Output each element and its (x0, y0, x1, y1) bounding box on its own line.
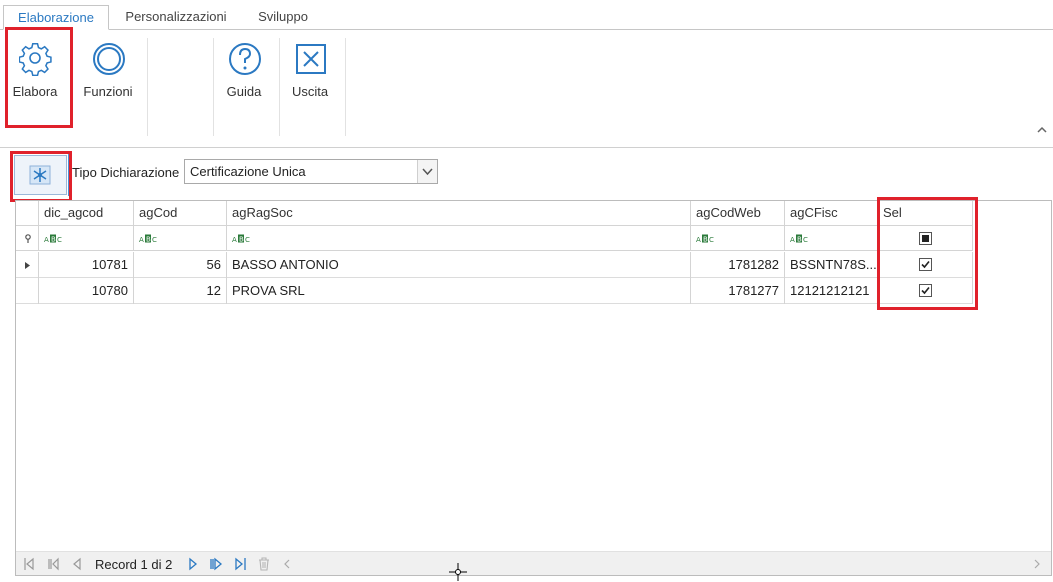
guida-button[interactable]: Guida (214, 40, 274, 130)
scroll-left-icon[interactable] (282, 558, 292, 570)
text-filter-icon: ABC (696, 234, 714, 244)
first-record-icon[interactable] (22, 556, 36, 572)
svg-text:C: C (57, 236, 62, 243)
tipo-dichiarazione-value: Certificazione Unica (190, 164, 306, 179)
tab-personalizzazioni[interactable]: Personalizzazioni (118, 5, 234, 30)
help-icon (229, 43, 261, 75)
text-filter-icon: ABC (232, 234, 250, 244)
svg-text:A: A (790, 236, 795, 243)
filter-cell-agcodweb[interactable]: ABC (691, 226, 785, 251)
cell-agcodweb[interactable]: 1781277 (691, 278, 785, 304)
cell-dic-agcod[interactable]: 10781 (39, 252, 134, 278)
cell-agcod[interactable]: 12 (134, 278, 227, 304)
svg-text:C: C (152, 236, 157, 243)
ribbon-separator (345, 38, 346, 136)
svg-text:B: B (51, 236, 56, 244)
highlight-box-refresh (10, 151, 72, 202)
last-record-icon[interactable] (233, 556, 247, 572)
ribbon-panel: Elabora Funzioni Guida Uscita (0, 30, 1053, 148)
svg-text:A: A (139, 236, 144, 243)
highlight-box-elabora (5, 27, 73, 128)
tab-sviluppo[interactable]: Sviluppo (250, 5, 316, 30)
funzioni-label: Funzioni (83, 84, 133, 99)
svg-text:C: C (709, 236, 714, 243)
svg-text:B: B (146, 236, 151, 244)
svg-text:B: B (703, 236, 708, 244)
chevron-down-icon (422, 168, 433, 176)
tipo-dichiarazione-select[interactable]: Certificazione Unica (184, 159, 438, 184)
row-indicator-header (16, 201, 39, 226)
trash-icon[interactable] (257, 556, 271, 572)
dropdown-button[interactable] (417, 160, 437, 183)
highlight-box-sel-column (877, 197, 978, 310)
cell-dic-agcod[interactable]: 10780 (39, 278, 134, 304)
text-filter-icon: ABC (44, 234, 62, 244)
text-filter-icon: ABC (139, 234, 157, 244)
funzioni-button[interactable]: Funzioni (78, 40, 138, 130)
tipo-dichiarazione-label: Tipo Dichiarazione (72, 165, 180, 180)
ribbon-separator (147, 38, 148, 136)
row-indicator (16, 278, 39, 304)
column-header-dic-agcod[interactable]: dic_agcod (39, 201, 134, 226)
filter-row-indicator (16, 226, 39, 251)
previous-record-icon[interactable] (70, 556, 84, 572)
scroll-right-icon[interactable] (1032, 558, 1042, 570)
guida-label: Guida (226, 84, 262, 99)
record-navigator: Record 1 di 2 (16, 551, 1051, 575)
chevron-up-icon[interactable] (1036, 124, 1048, 136)
column-header-agcodweb[interactable]: agCodWeb (691, 201, 785, 226)
svg-text:C: C (803, 236, 808, 243)
close-box-icon (296, 44, 326, 74)
row-indicator (16, 252, 39, 278)
filter-cell-agcod[interactable]: ABC (134, 226, 227, 251)
pin-icon (25, 234, 31, 243)
svg-text:C: C (245, 236, 250, 243)
svg-text:A: A (232, 236, 237, 243)
cell-agcod[interactable]: 56 (134, 252, 227, 278)
next-page-icon[interactable] (209, 556, 223, 572)
previous-page-icon[interactable] (46, 556, 60, 572)
crosshair-cursor-icon (449, 563, 467, 581)
cell-agragsoc[interactable]: PROVA SRL (227, 278, 691, 304)
column-header-agragsoc[interactable]: agRagSoc (227, 201, 691, 226)
uscita-button[interactable]: Uscita (280, 40, 340, 130)
record-counter: Record 1 di 2 (95, 557, 173, 572)
cell-agcodweb[interactable]: 1781282 (691, 252, 785, 278)
uscita-label: Uscita (291, 84, 329, 99)
svg-text:A: A (44, 236, 49, 243)
table-row[interactable]: 10780 12 PROVA SRL 1781277 12121212121 (16, 278, 973, 304)
column-header-agcfisc[interactable]: agCFisc (785, 201, 878, 226)
text-filter-icon: ABC (790, 234, 808, 244)
svg-text:A: A (696, 236, 701, 243)
filter-cell-agcfisc[interactable]: ABC (785, 226, 878, 251)
svg-text:B: B (797, 236, 802, 244)
circle-icon (93, 43, 125, 75)
filter-cell-dic-agcod[interactable]: ABC (39, 226, 134, 251)
next-record-icon[interactable] (186, 556, 200, 572)
filter-cell-agragsoc[interactable]: ABC (227, 226, 691, 251)
cell-agragsoc[interactable]: BASSO ANTONIO (227, 252, 691, 278)
column-header-agcod[interactable]: agCod (134, 201, 227, 226)
cell-agcfisc[interactable]: 12121212121 (785, 278, 878, 304)
svg-text:B: B (239, 236, 244, 244)
cell-agcfisc[interactable]: BSSNTN78S... (785, 252, 878, 278)
current-row-arrow-icon (25, 262, 30, 269)
table-row[interactable]: 10781 56 BASSO ANTONIO 1781282 BSSNTN78S… (16, 252, 973, 278)
